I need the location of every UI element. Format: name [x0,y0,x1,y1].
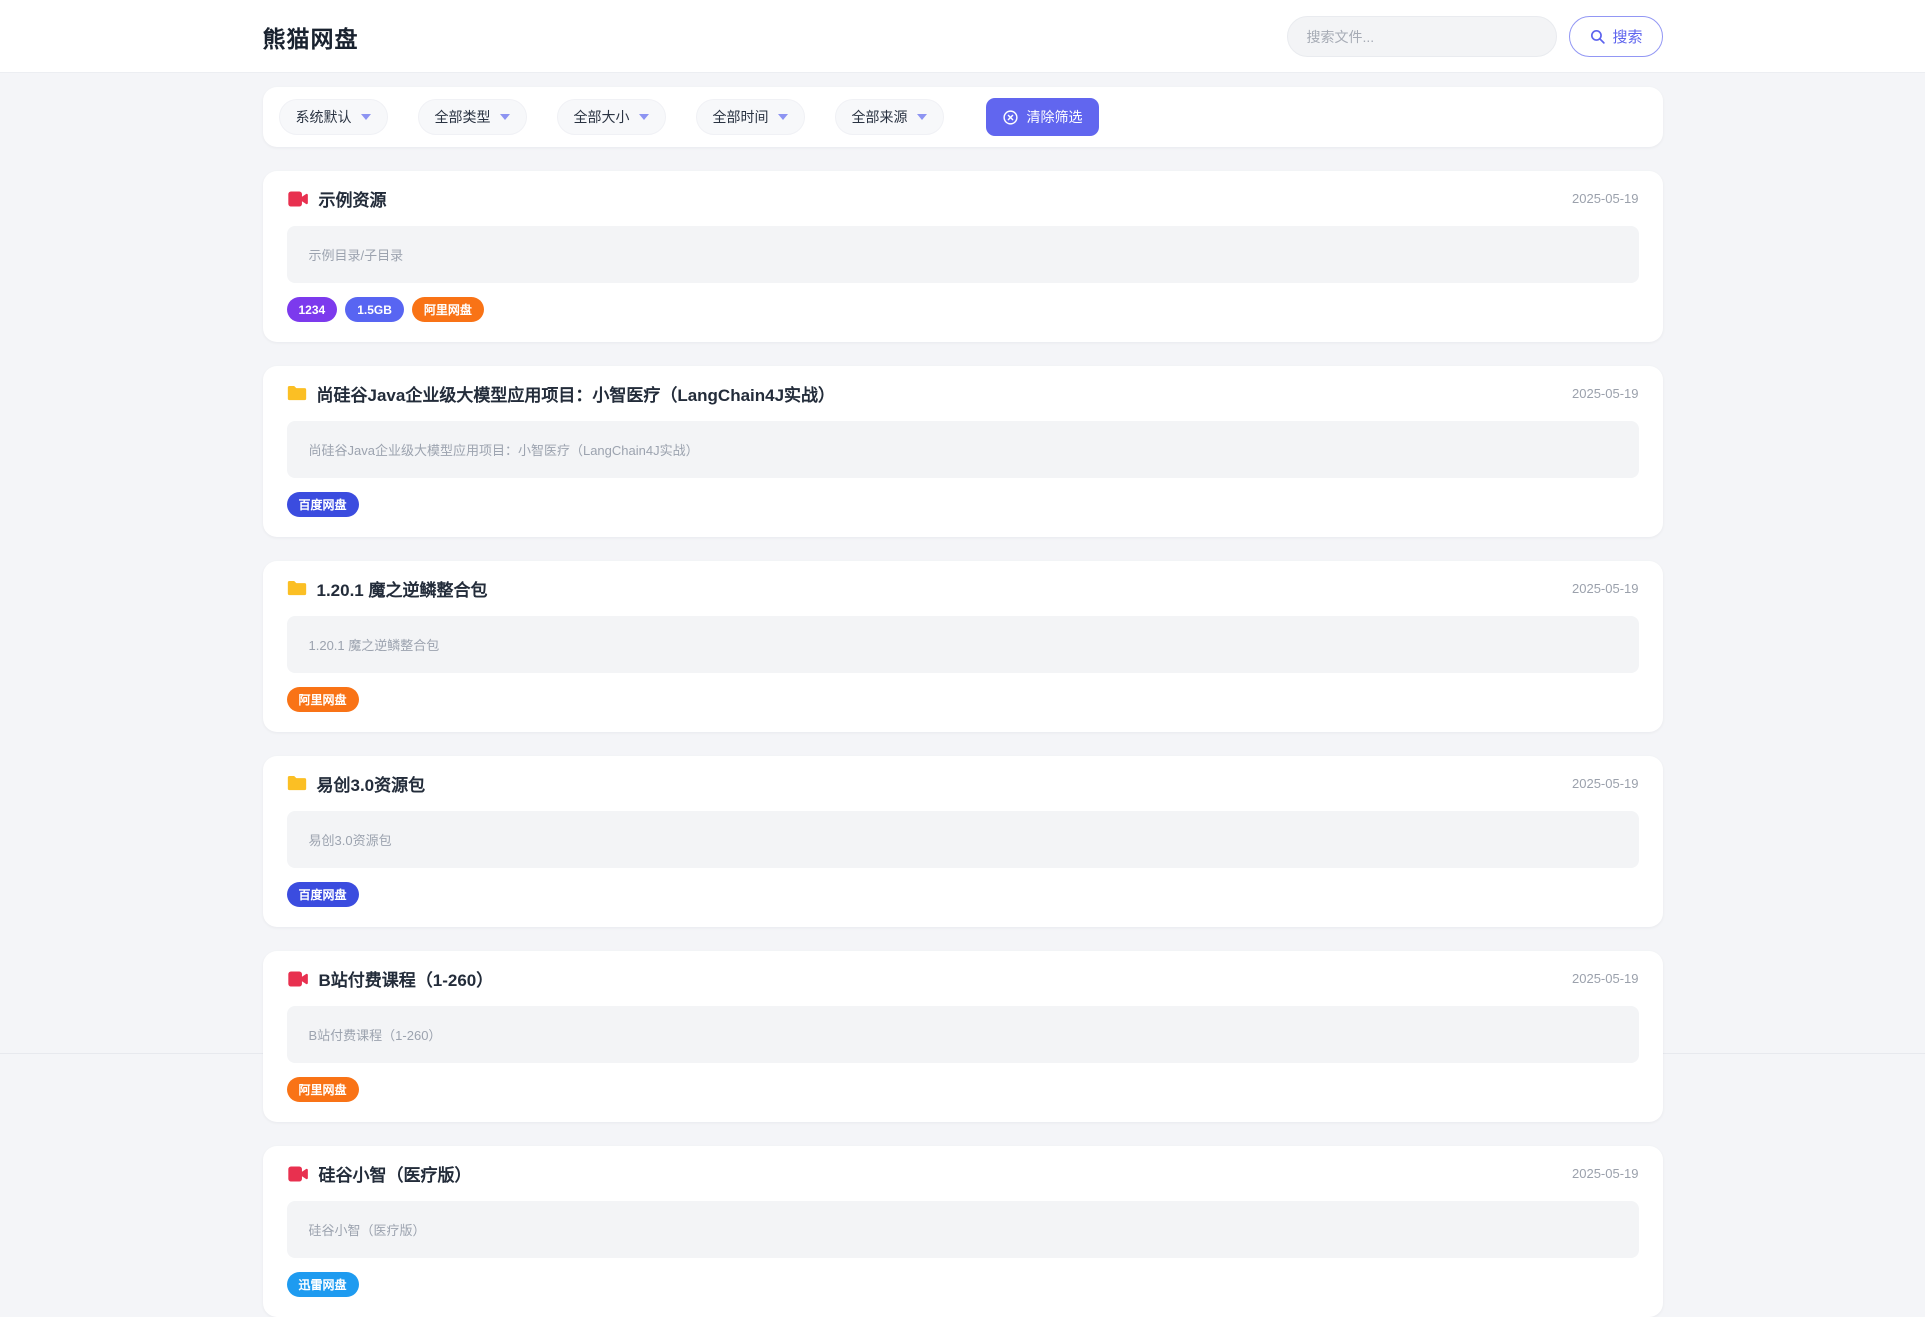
tag-list: 1234 1.5GB 阿里网盘 [286,297,1639,322]
result-card-header: 示例资源 2025-05-19 [287,186,1639,211]
search-button-label: 搜索 [1612,29,1643,46]
result-title: 1.20.1 魔之逆鳞整合包 [316,581,488,600]
video-icon [287,1166,309,1182]
tag-badge: 迅雷网盘 [286,1272,359,1297]
video-icon [287,191,309,207]
chevron-down-icon [638,114,649,120]
result-card-header: B站付费课程（1-260） 2025-05-19 [287,966,1639,991]
main-content: 系统默认 全部类型 全部大小 全部时间 全部来源 清除筛选 示例资源 2025-… [262,87,1663,1317]
tag-badge: 百度网盘 [286,492,359,517]
tag-badge: 1234 [286,297,338,322]
chevron-down-icon [499,114,510,120]
tag-badge: 1.5GB [345,297,404,322]
filter-dropdown-label: 系统默认 [295,109,352,125]
result-description: 示例目录/子目录 [286,226,1639,283]
filter-dropdown[interactable]: 系统默认 [278,99,388,135]
result-title: 示例资源 [318,191,387,210]
tag-badge: 阿里网盘 [286,687,359,712]
tag-list: 百度网盘 [286,492,1639,517]
folder-icon [287,385,307,402]
clear-filters-button[interactable]: 清除筛选 [985,98,1099,136]
filter-dropdown-label: 全部时间 [712,109,769,125]
result-title: 易创3.0资源包 [316,776,426,795]
result-card-header: 尚硅谷Java企业级大模型应用项目：小智医疗（LangChain4J实战） 20… [287,381,1639,406]
clear-filters-label: 清除筛选 [1026,109,1083,125]
filter-dropdown-label: 全部来源 [851,109,908,125]
result-card[interactable]: 硅谷小智（医疗版） 2025-05-19 硅谷小智（医疗版） 迅雷网盘 [262,1146,1663,1317]
result-date: 2025-05-19 [1572,191,1639,206]
folder-icon [287,580,307,597]
result-card[interactable]: 易创3.0资源包 2025-05-19 易创3.0资源包 百度网盘 [262,756,1663,927]
result-title: 尚硅谷Java企业级大模型应用项目：小智医疗（LangChain4J实战） [316,386,836,405]
chevron-down-icon [360,114,371,120]
result-date: 2025-05-19 [1572,1166,1639,1181]
result-description: 1.20.1 魔之逆鳞整合包 [286,616,1639,673]
filter-bar: 系统默认 全部类型 全部大小 全部时间 全部来源 清除筛选 [262,87,1663,147]
result-card-header: 1.20.1 魔之逆鳞整合包 2025-05-19 [287,576,1639,601]
result-card-header: 易创3.0资源包 2025-05-19 [287,771,1639,796]
tag-list: 阿里网盘 [286,1077,1639,1102]
tag-list: 百度网盘 [286,882,1639,907]
filter-dropdown-label: 全部大小 [573,109,630,125]
folder-icon [287,775,307,792]
result-description: 硅谷小智（医疗版） [286,1201,1639,1258]
filter-dropdown[interactable]: 全部来源 [834,99,944,135]
filter-dropdown[interactable]: 全部时间 [695,99,805,135]
result-description: 尚硅谷Java企业级大模型应用项目：小智医疗（LangChain4J实战） [286,421,1639,478]
result-description: B站付费课程（1-260） [286,1006,1639,1063]
site-title: 熊猫网盘 [262,25,359,52]
result-card[interactable]: 尚硅谷Java企业级大模型应用项目：小智医疗（LangChain4J实战） 20… [262,366,1663,537]
result-list: 示例资源 2025-05-19 示例目录/子目录 1234 1.5GB 阿里网盘 尚… [262,171,1663,1317]
result-date: 2025-05-19 [1572,386,1639,401]
tag-badge: 阿里网盘 [411,297,484,322]
result-card[interactable]: B站付费课程（1-260） 2025-05-19 B站付费课程（1-260） 阿… [262,951,1663,1122]
tag-badge: 阿里网盘 [286,1077,359,1102]
result-title: 硅谷小智（医疗版） [318,1166,472,1185]
result-date: 2025-05-19 [1572,581,1639,596]
tag-list: 阿里网盘 [286,687,1639,712]
result-card[interactable]: 示例资源 2025-05-19 示例目录/子目录 1234 1.5GB 阿里网盘 [262,171,1663,342]
search-input[interactable] [1287,16,1558,57]
chevron-down-icon [777,114,788,120]
search-area: 搜索 [1287,16,1663,57]
search-button[interactable]: 搜索 [1569,16,1663,57]
circle-x-icon [1002,109,1019,126]
tag-list: 迅雷网盘 [286,1272,1639,1297]
filter-dropdown[interactable]: 全部大小 [556,99,666,135]
search-icon [1589,28,1606,45]
result-card-header: 硅谷小智（医疗版） 2025-05-19 [287,1161,1639,1186]
tag-badge: 百度网盘 [286,882,359,907]
video-icon [287,971,309,987]
filter-dropdown[interactable]: 全部类型 [417,99,527,135]
filter-dropdowns: 系统默认 全部类型 全部大小 全部时间 全部来源 [278,99,944,135]
header: 熊猫网盘 搜索 [0,0,1925,73]
filter-dropdown-label: 全部类型 [434,109,491,125]
result-title: B站付费课程（1-260） [318,971,494,990]
result-date: 2025-05-19 [1572,971,1639,986]
chevron-down-icon [916,114,927,120]
result-card[interactable]: 1.20.1 魔之逆鳞整合包 2025-05-19 1.20.1 魔之逆鳞整合包… [262,561,1663,732]
result-description: 易创3.0资源包 [286,811,1639,868]
result-date: 2025-05-19 [1572,776,1639,791]
